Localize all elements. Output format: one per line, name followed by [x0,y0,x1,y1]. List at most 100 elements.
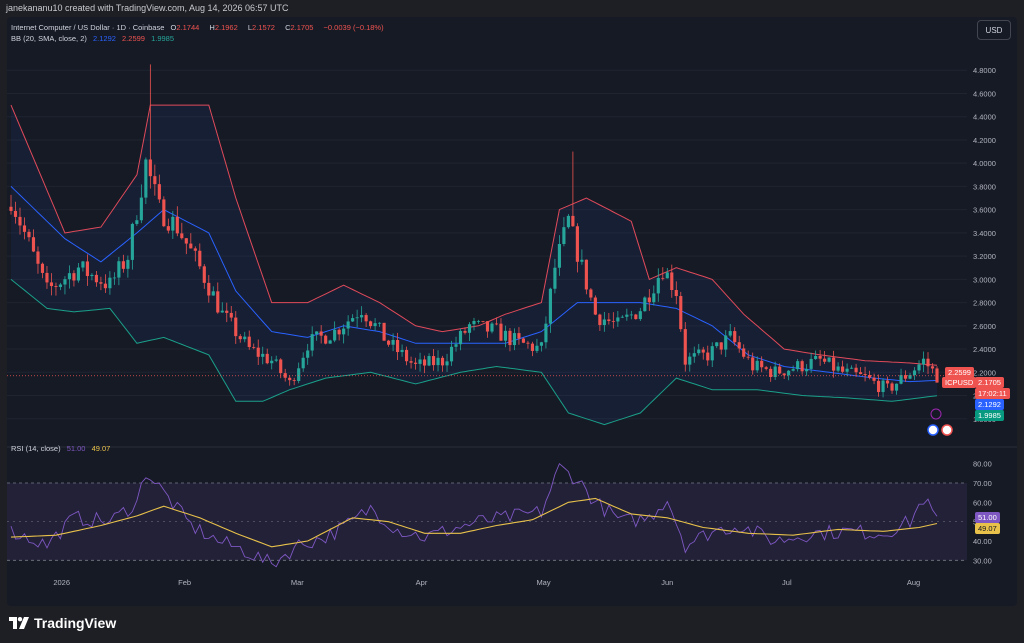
candle-body [499,323,503,341]
candle-body [890,383,894,391]
candle-body [791,369,795,371]
candle-body [126,259,130,269]
candle-body [342,328,346,335]
candle-body [202,266,206,283]
candle-body [445,361,449,366]
candle-body [265,353,269,364]
x-tick-label: Aug [907,578,920,587]
candle-body [566,215,570,228]
price-tick-label: 3.0000 [973,275,996,284]
candle-body [18,216,22,226]
candle-body [710,346,714,361]
candle-body [589,289,593,298]
candle-body [800,361,804,372]
candle-body [530,343,535,351]
candle-body [243,336,247,340]
candle-body [422,359,427,366]
bb-label: BB (20, SMA, close, 2) [11,34,87,43]
candle-body [562,227,566,244]
candle-body [454,344,458,347]
candle-body [885,380,890,384]
candle-body [382,322,386,341]
candle-body [319,331,323,336]
candle-body [751,357,755,371]
candle-body [656,277,660,294]
candle-body [346,321,350,329]
us-flag-event-icon [927,424,939,436]
candle-body [229,312,233,318]
low-value: 2.1572 [252,23,275,32]
tradingview-logo[interactable]: TradingView [9,615,116,631]
candle-body [409,361,413,363]
candle-body [760,360,764,368]
candle-body [854,367,858,373]
candle-body [472,320,476,325]
close-value: 2.1705 [290,23,314,32]
candle-body [175,216,179,234]
candle-body [467,324,472,333]
bb-upper-value: 2.2599 [122,34,145,43]
x-tick-label: 2026 [53,578,70,587]
candle-body [476,320,481,322]
open-group: O2.1744 [171,23,204,32]
candle-body [94,274,98,283]
candle-body [544,323,548,343]
candle-body [315,331,319,335]
candle-body [351,318,355,322]
price-tick-label: 2.4000 [973,345,996,354]
low-group: L2.1572 [248,23,279,32]
candle-body [220,310,224,313]
open-value: 2.1744 [176,23,200,32]
candle-body [81,261,85,268]
price-tick-label: 3.8000 [973,182,996,191]
x-tick-label: Apr [416,578,428,587]
candle-body [652,293,656,303]
chart-canvas[interactable]: 1.80002.00002.20002.40002.60002.80003.00… [7,17,1017,606]
price-tick-label: 3.6000 [973,206,996,215]
candle-body [364,315,368,322]
candle-body [400,349,404,353]
last-price-tag: 2.1705 [975,377,1004,388]
candle-body [715,342,719,347]
top-bar: janekananu10 created with TradingView.co… [0,0,1024,16]
candle-body [225,310,229,313]
price-tick-label: 4.0000 [973,159,996,168]
candle-body [737,342,741,349]
candle-body [256,347,260,357]
candle-body [198,250,202,267]
candle-body [413,362,418,364]
candle-body [211,291,215,296]
candle-body [616,317,620,322]
candle-body [494,323,499,325]
candle-body [836,366,840,371]
candle-body [274,359,278,361]
candle-body [485,321,490,332]
candle-body [238,336,242,340]
symbol-legend: Internet Computer / US Dollar · 1D · Coi… [11,23,388,32]
candle-body [548,288,552,324]
candle-body [692,353,696,357]
candle-body [832,357,836,371]
candle-body [135,220,139,224]
candle-body [912,370,917,376]
candle-body [778,366,782,374]
candle-body [117,261,121,278]
price-tick-label: 2.2000 [973,368,996,377]
countdown-tag: 17:02:11 [975,388,1010,399]
candle-body [724,335,728,350]
chart-panel[interactable]: 1.80002.00002.20002.40002.60002.80003.00… [7,17,1017,606]
candle-body [782,373,786,376]
attribution-text: janekananu10 created with TradingView.co… [6,3,289,13]
lightning-event-icon [930,408,942,420]
candle-body [427,356,431,366]
candle-body [728,331,732,336]
candle-body [31,237,36,252]
candle-body [418,359,422,364]
candle-body [328,340,332,344]
candle-body [463,330,467,333]
candle-body [688,356,692,365]
candle-body [391,339,395,345]
currency-button[interactable]: USD [977,20,1011,40]
candle-body [643,297,647,312]
candle-body [207,282,211,296]
